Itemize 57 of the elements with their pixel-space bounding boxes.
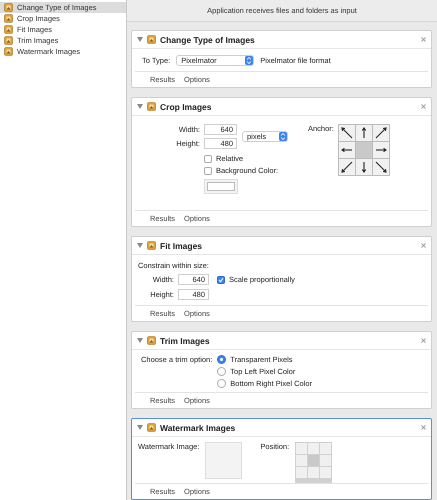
checkbox[interactable]: [204, 166, 212, 174]
automator-icon: [147, 423, 156, 432]
disclosure-triangle-icon: [137, 37, 143, 42]
action-title: Watermark Images: [160, 422, 236, 432]
position-cell[interactable]: [308, 467, 320, 478]
automator-icon: [4, 47, 13, 56]
automator-icon: [147, 241, 156, 250]
position-cell[interactable]: [296, 443, 308, 454]
stepper-icon: [245, 56, 254, 64]
close-icon: [421, 243, 426, 248]
action-title: Change Type of Images: [160, 34, 256, 44]
checkbox[interactable]: [217, 276, 225, 284]
automator-icon: [147, 102, 156, 111]
close-icon: [421, 104, 426, 109]
automator-icon: [4, 14, 13, 23]
arrow-icon: [372, 159, 389, 175]
color-well[interactable]: [204, 179, 238, 194]
arrow-icon: [338, 159, 355, 175]
checkmark-icon: [218, 276, 224, 282]
anchor-cell[interactable]: [356, 142, 372, 158]
radio-button[interactable]: [217, 379, 226, 388]
disclosure-triangle-icon: [137, 104, 143, 109]
anchor-cell[interactable]: [338, 142, 355, 158]
automator-icon: [147, 336, 156, 345]
anchor-cell[interactable]: [338, 125, 355, 141]
automator-icon: [4, 36, 13, 45]
disclosure-triangle-icon: [137, 338, 143, 343]
automator-icon: [147, 35, 156, 44]
anchor-cell[interactable]: [338, 159, 355, 175]
position-cell[interactable]: [308, 455, 320, 466]
radio-button[interactable]: [217, 355, 226, 364]
position-cell[interactable]: [296, 467, 308, 478]
action-title: Fit Images: [160, 240, 204, 250]
close-icon: [421, 37, 426, 42]
position-cell[interactable]: [308, 443, 320, 454]
close-icon: [421, 425, 426, 430]
action-title: Trim Images: [160, 336, 211, 346]
position-cell[interactable]: [320, 443, 332, 454]
anchor-cell[interactable]: [372, 125, 389, 141]
position-cell[interactable]: [296, 455, 308, 466]
anchor-cell[interactable]: [356, 159, 372, 175]
automator-icon: [4, 25, 13, 34]
stepper-icon: [279, 132, 287, 141]
close-icon: [421, 338, 426, 343]
disclosure-triangle-icon: [137, 425, 143, 430]
position-cell[interactable]: [320, 467, 332, 478]
checkbox[interactable]: [204, 154, 212, 162]
anchor-cell[interactable]: [372, 159, 389, 175]
radio-button[interactable]: [217, 367, 226, 376]
disclosure-triangle-icon: [137, 243, 143, 248]
automator-icon: [4, 3, 13, 12]
action-title: Crop Images: [160, 102, 212, 112]
anchor-cell[interactable]: [356, 125, 372, 141]
arrow-icon: [338, 125, 355, 141]
anchor-cell[interactable]: [372, 142, 389, 158]
image-well[interactable]: [205, 442, 242, 479]
position-cell[interactable]: [320, 455, 332, 466]
